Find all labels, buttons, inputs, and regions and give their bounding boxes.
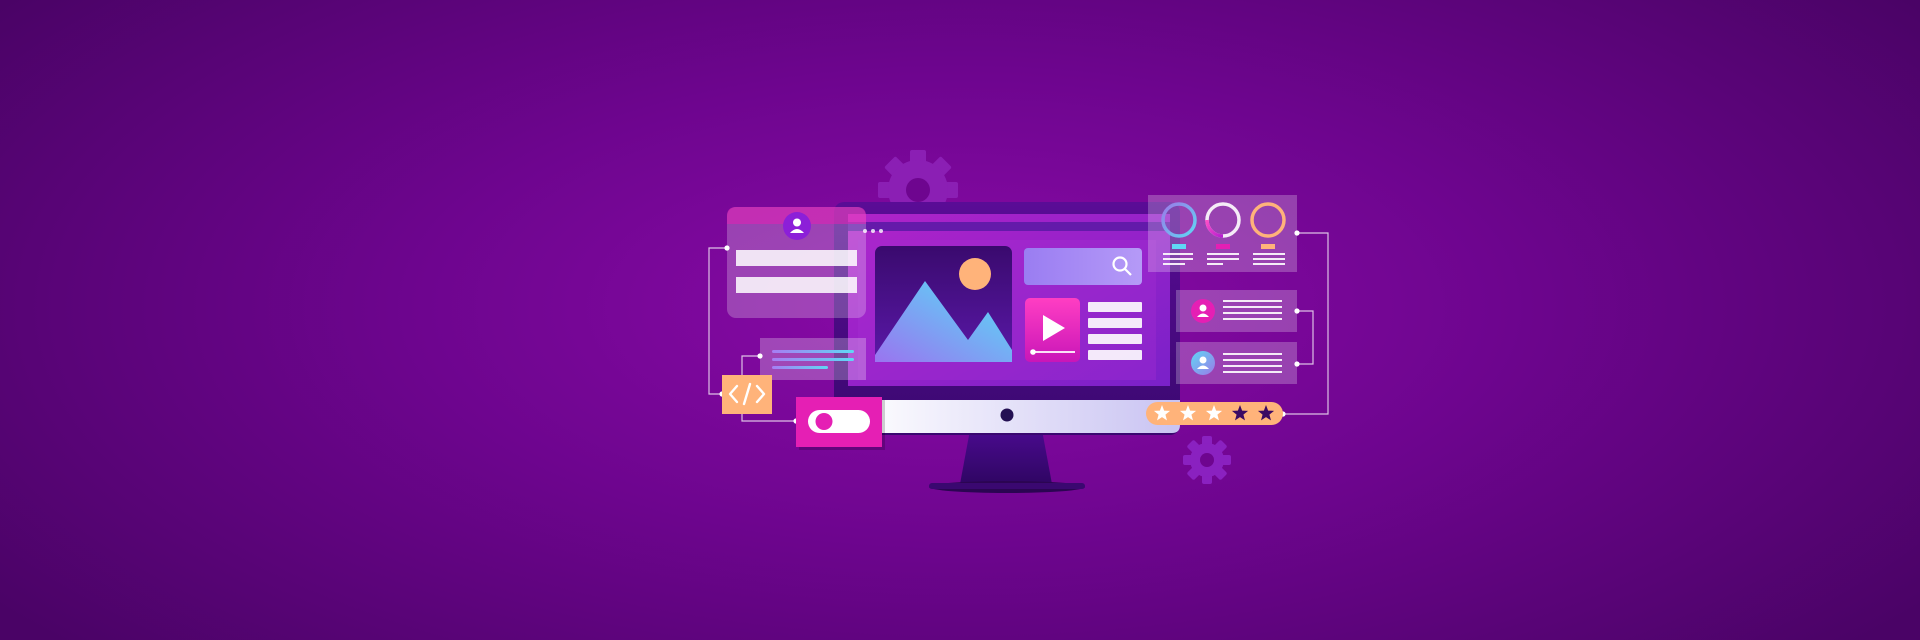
monitor-stand bbox=[929, 430, 1085, 493]
user-avatar-icon bbox=[1191, 351, 1215, 375]
code-icon bbox=[722, 375, 772, 414]
login-card bbox=[727, 207, 866, 318]
gear-icon bbox=[1183, 436, 1231, 484]
star-icon[interactable] bbox=[1257, 405, 1275, 421]
username-field[interactable] bbox=[736, 250, 857, 266]
browser-bar bbox=[848, 222, 1170, 231]
video-progress-thumb[interactable] bbox=[1030, 349, 1036, 355]
star-icon[interactable] bbox=[1179, 405, 1197, 421]
sun-icon bbox=[959, 258, 991, 290]
profile-row[interactable] bbox=[1176, 290, 1297, 332]
profile-row[interactable] bbox=[1176, 342, 1297, 384]
code-text-card bbox=[760, 338, 866, 380]
toggle-switch[interactable] bbox=[796, 397, 885, 450]
search-bar[interactable] bbox=[1024, 248, 1142, 285]
stats-card bbox=[1148, 195, 1297, 272]
hero-illustration bbox=[0, 0, 1920, 640]
star-rating-stars bbox=[1146, 402, 1283, 425]
video-player[interactable] bbox=[1025, 298, 1080, 362]
star-icon[interactable] bbox=[1231, 405, 1249, 421]
star-icon[interactable] bbox=[1205, 405, 1223, 421]
star-icon[interactable] bbox=[1153, 405, 1171, 421]
user-avatar-icon bbox=[1191, 299, 1215, 323]
hero-illustration-svg bbox=[708, 150, 1329, 493]
password-field[interactable] bbox=[736, 277, 857, 293]
monitor-camera-dot bbox=[1000, 408, 1014, 422]
image-placeholder bbox=[875, 246, 1012, 362]
toggle-knob bbox=[815, 413, 833, 430]
user-avatar-icon bbox=[783, 212, 811, 240]
